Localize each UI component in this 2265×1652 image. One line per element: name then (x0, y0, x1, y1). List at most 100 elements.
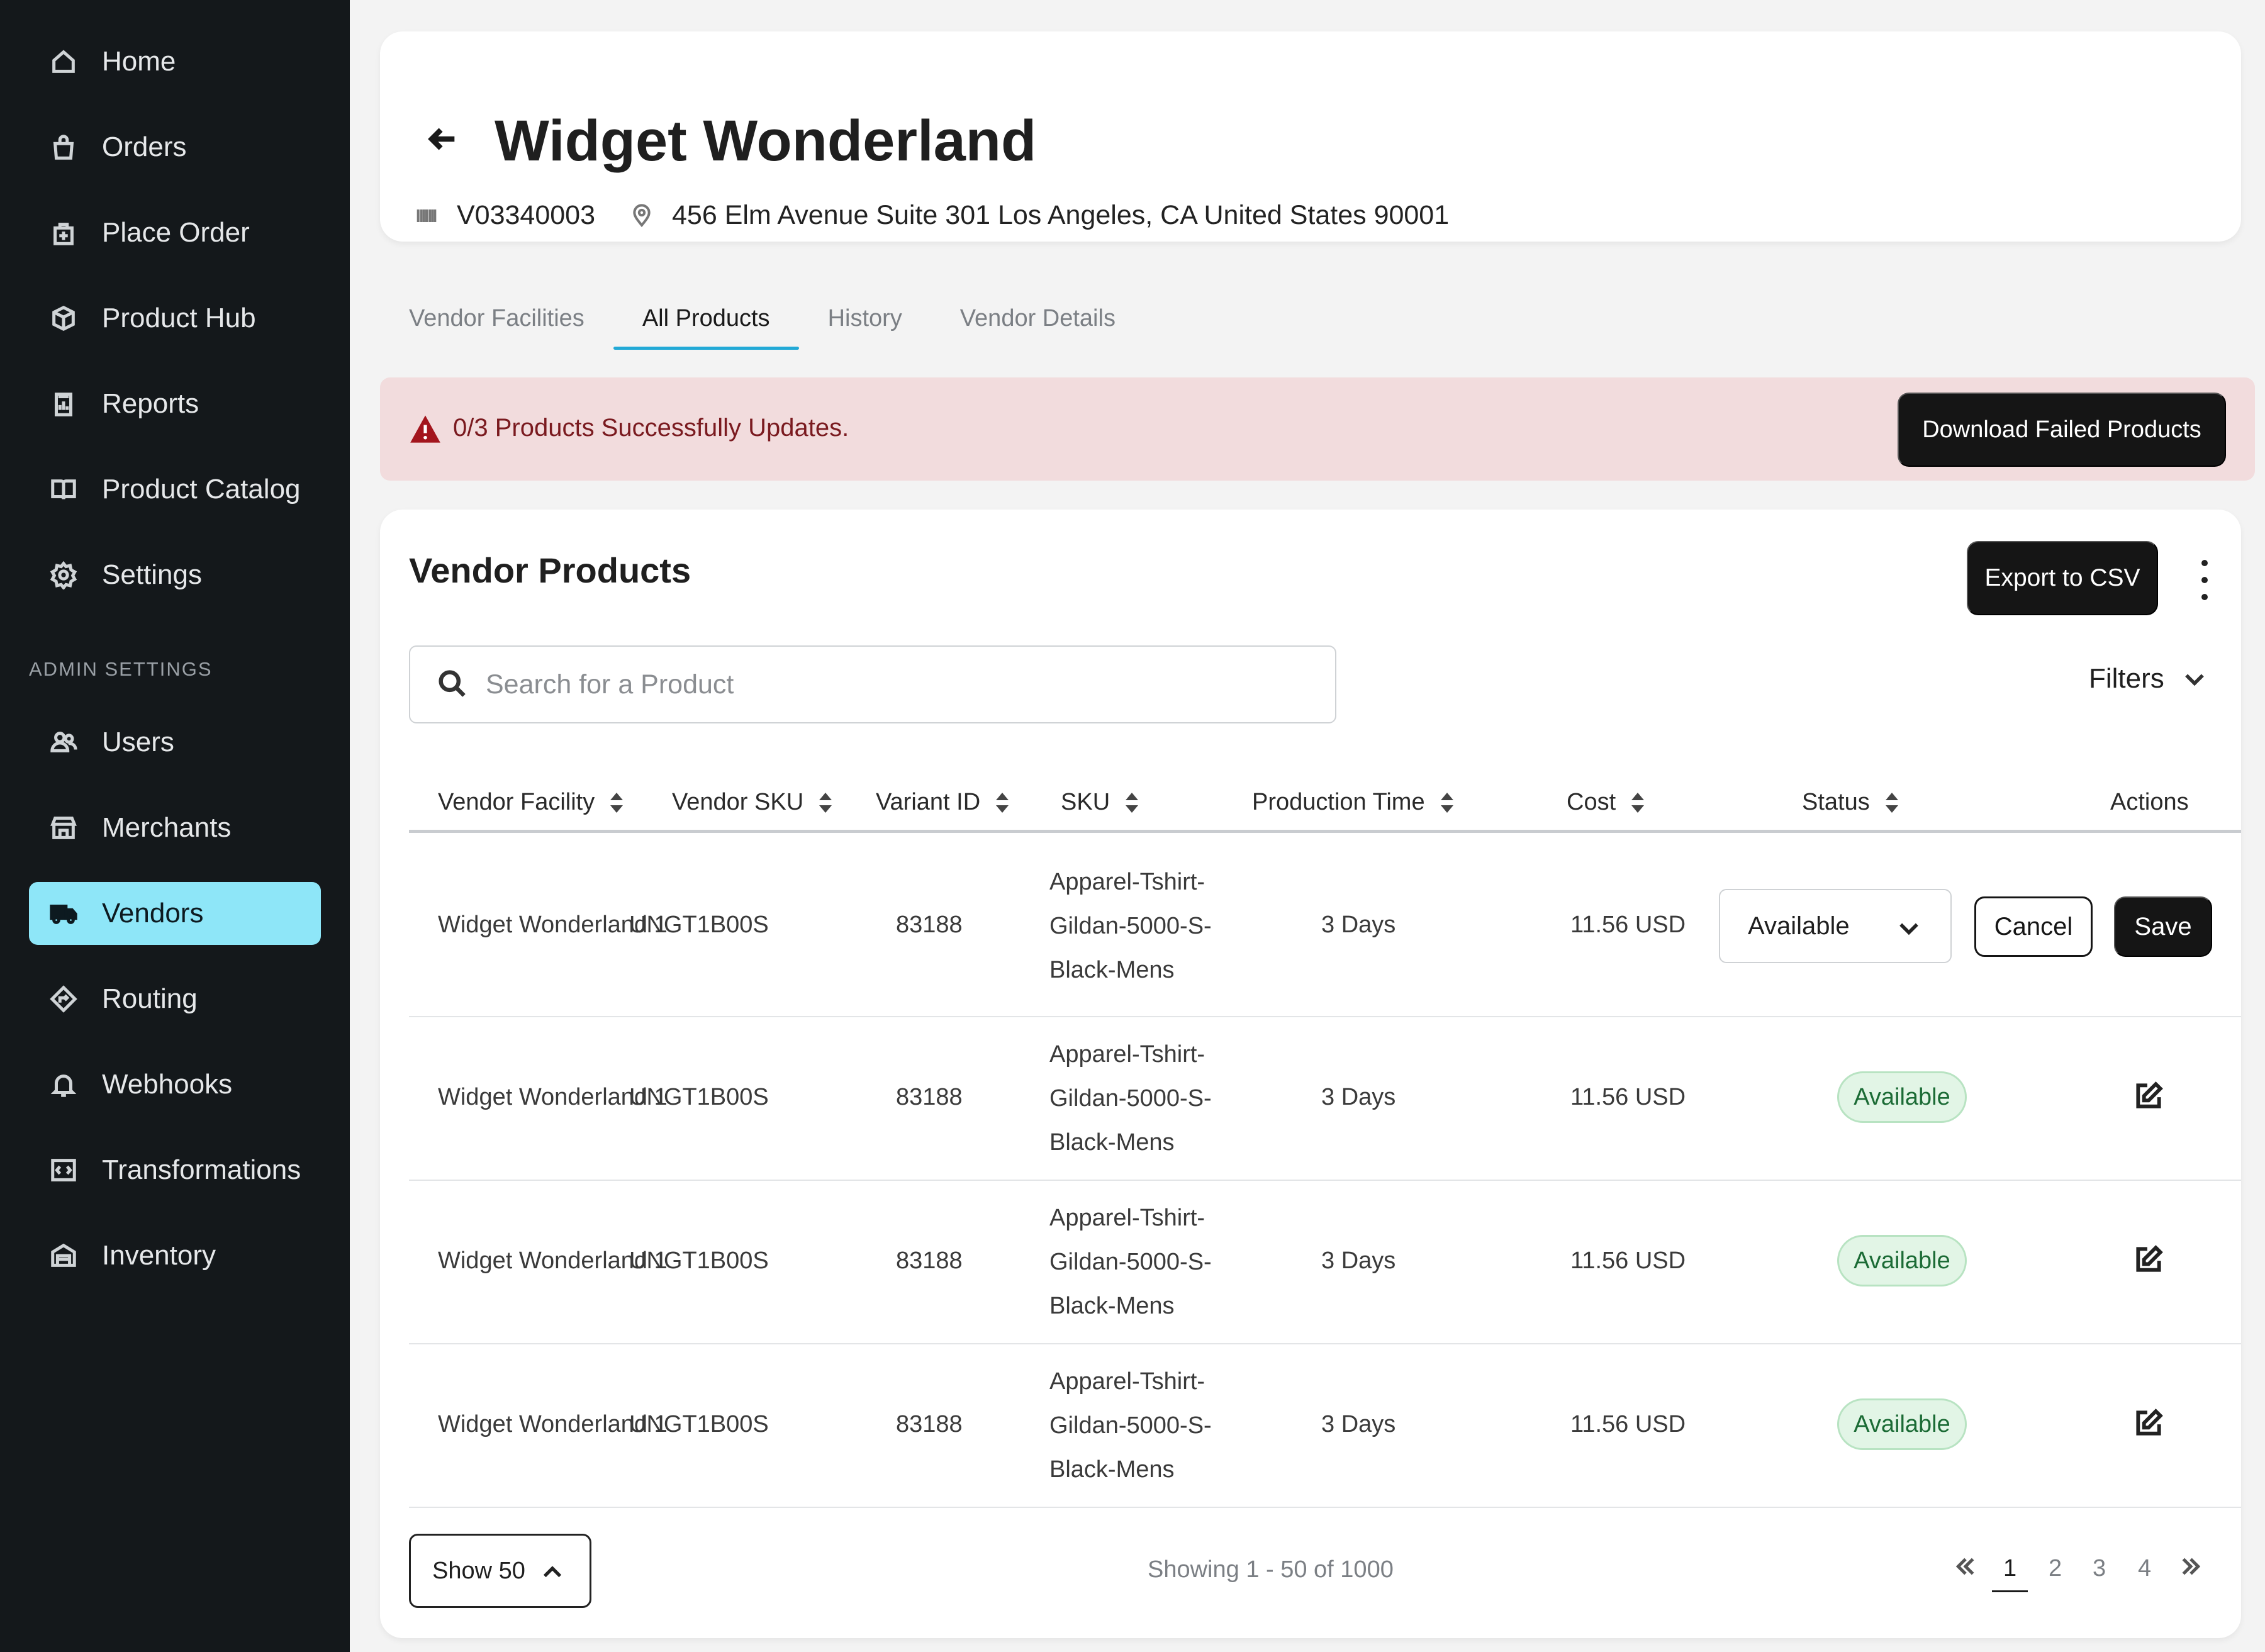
edit-icon[interactable] (2133, 1244, 2164, 1275)
cell-vendor-sku: UNGT1B00S (629, 1084, 769, 1110)
cell-production-time: 3 Days (1321, 912, 1396, 938)
sidebar-item-label: Inventory (102, 1240, 216, 1271)
table-row: Widget Wonderland 1 UNGT1B00S 83188 Appa… (409, 836, 2241, 1017)
shopping-bag-icon (48, 131, 79, 163)
sidebar-item-orders[interactable]: Orders (29, 116, 321, 179)
section-title: Vendor Products (409, 550, 691, 590)
last-page-icon[interactable] (2178, 1554, 2203, 1585)
cell-variant-id: 83188 (896, 1247, 963, 1274)
status-badge: Available (1837, 1071, 1967, 1123)
sidebar-item-settings[interactable]: Settings (29, 544, 321, 606)
cell-variant-id: 83188 (896, 912, 963, 938)
sidebar-item-label: Merchants (102, 812, 232, 843)
table-header: Vendor Facility Vendor SKU Variant ID SK… (409, 770, 2241, 833)
save-button[interactable]: Save (2114, 896, 2212, 957)
box-icon (48, 303, 79, 334)
vendor-products-card: Vendor Products Export to CSV Filters Ve… (380, 510, 2241, 1638)
cell-cost: 11.56 USD (1570, 1411, 1686, 1437)
sidebar-item-reports[interactable]: Reports (29, 372, 321, 435)
column-header-variant-id[interactable]: Variant ID (876, 789, 1010, 816)
more-options-icon[interactable] (2192, 560, 2217, 600)
sidebar: Home Orders Place Order Product Hub Repo… (0, 0, 350, 1652)
warehouse-icon (48, 1240, 79, 1271)
chevron-down-icon (2185, 674, 2204, 686)
column-header-sku[interactable]: SKU (1061, 789, 1140, 816)
sidebar-item-routing[interactable]: Routing (29, 968, 321, 1030)
column-header-vendor-facility[interactable]: Vendor Facility (438, 789, 625, 816)
product-search (409, 645, 1336, 723)
column-header-vendor-sku[interactable]: Vendor SKU (672, 789, 834, 816)
tab-vendor-details[interactable]: Vendor Details (931, 287, 1144, 350)
export-csv-button[interactable]: Export to CSV (1967, 541, 2158, 615)
cell-variant-id: 83188 (896, 1411, 963, 1437)
sidebar-item-label: Settings (102, 559, 202, 590)
vendor-id: V03340003 (457, 200, 595, 230)
sidebar-item-inventory[interactable]: Inventory (29, 1224, 321, 1287)
cell-sku: Apparel-Tshirt- Gildan-5000-S- Black-Men… (1049, 869, 1212, 983)
sidebar-item-label: Place Order (102, 217, 250, 248)
vendor-tabs: Vendor Facilities All Products History V… (380, 287, 1144, 350)
clipboard-chart-icon (48, 388, 79, 420)
cell-sku: Apparel-Tshirt- Gildan-5000-S- Black-Men… (1049, 1041, 1212, 1156)
page-3[interactable]: 3 (2093, 1555, 2106, 1582)
route-sign-icon (48, 983, 79, 1015)
download-failed-products-button[interactable]: Download Failed Products (1898, 393, 2226, 467)
users-icon (48, 727, 79, 758)
table-row: Widget Wonderland 1 UNGT1B00S 83188 Appa… (409, 1344, 2241, 1508)
page-1[interactable]: 1 (1991, 1555, 2028, 1592)
code-icon (48, 1154, 79, 1186)
status-select[interactable]: Available (1719, 889, 1952, 963)
cell-vendor-sku: UNGT1B00S (629, 912, 769, 938)
sort-icon (996, 792, 1009, 813)
sidebar-item-transformations[interactable]: Transformations (29, 1139, 321, 1202)
sort-icon (1126, 792, 1139, 813)
sidebar-item-merchants[interactable]: Merchants (29, 796, 321, 859)
tab-all-products[interactable]: All Products (613, 287, 799, 350)
sort-icon (610, 792, 624, 813)
cell-production-time: 3 Days (1321, 1411, 1396, 1437)
sidebar-item-label: Users (102, 727, 174, 757)
page-title: Widget Wonderland (495, 109, 1037, 173)
chevron-up-icon (543, 1566, 562, 1578)
sidebar-item-product-catalog[interactable]: Product Catalog (29, 458, 321, 521)
pagination-summary: Showing 1 - 50 of 1000 (1148, 1556, 1394, 1583)
page-2[interactable]: 2 (2049, 1555, 2062, 1582)
location-pin-icon (628, 202, 656, 230)
column-header-cost[interactable]: Cost (1567, 789, 1646, 816)
truck-icon (48, 898, 79, 929)
cell-cost: 11.56 USD (1570, 1084, 1686, 1110)
first-page-icon[interactable] (1953, 1554, 1978, 1585)
sidebar-item-home[interactable]: Home (29, 30, 321, 93)
cell-sku: Apparel-Tshirt- Gildan-5000-S- Black-Men… (1049, 1205, 1212, 1319)
page-4[interactable]: 4 (2138, 1555, 2151, 1582)
edit-icon[interactable] (2133, 1407, 2164, 1439)
table-row: Widget Wonderland 1 UNGT1B00S 83188 Appa… (409, 1181, 2241, 1344)
search-input[interactable] (486, 669, 1304, 700)
barcode-icon (413, 202, 440, 230)
sidebar-item-label: Home (102, 46, 176, 77)
cell-production-time: 3 Days (1321, 1247, 1396, 1274)
search-icon (435, 667, 471, 702)
cell-variant-id: 83188 (896, 1084, 963, 1110)
sidebar-item-product-hub[interactable]: Product Hub (29, 287, 321, 350)
back-button[interactable] (420, 117, 464, 161)
filters-dropdown[interactable]: Filters (2089, 663, 2208, 695)
column-header-status[interactable]: Status (1802, 789, 1900, 816)
tab-vendor-facilities[interactable]: Vendor Facilities (380, 287, 613, 350)
tab-history[interactable]: History (799, 287, 931, 350)
column-header-production-time[interactable]: Production Time (1252, 789, 1455, 816)
cell-sku: Apparel-Tshirt- Gildan-5000-S- Black-Men… (1049, 1368, 1212, 1483)
status-badge: Available (1837, 1235, 1967, 1286)
cell-vendor-sku: UNGT1B00S (629, 1247, 769, 1274)
sidebar-item-place-order[interactable]: Place Order (29, 201, 321, 264)
sidebar-item-label: Product Catalog (102, 474, 301, 505)
column-header-actions: Actions (2110, 789, 2189, 815)
sidebar-item-label: Webhooks (102, 1069, 233, 1100)
edit-icon[interactable] (2133, 1080, 2164, 1112)
page-size-select[interactable]: Show 50 (409, 1534, 591, 1608)
sidebar-item-vendors[interactable]: Vendors (29, 882, 321, 945)
cancel-button[interactable]: Cancel (1974, 896, 2093, 957)
sidebar-item-users[interactable]: Users (29, 711, 321, 774)
sidebar-item-webhooks[interactable]: Webhooks (29, 1053, 321, 1116)
store-icon (48, 812, 79, 844)
